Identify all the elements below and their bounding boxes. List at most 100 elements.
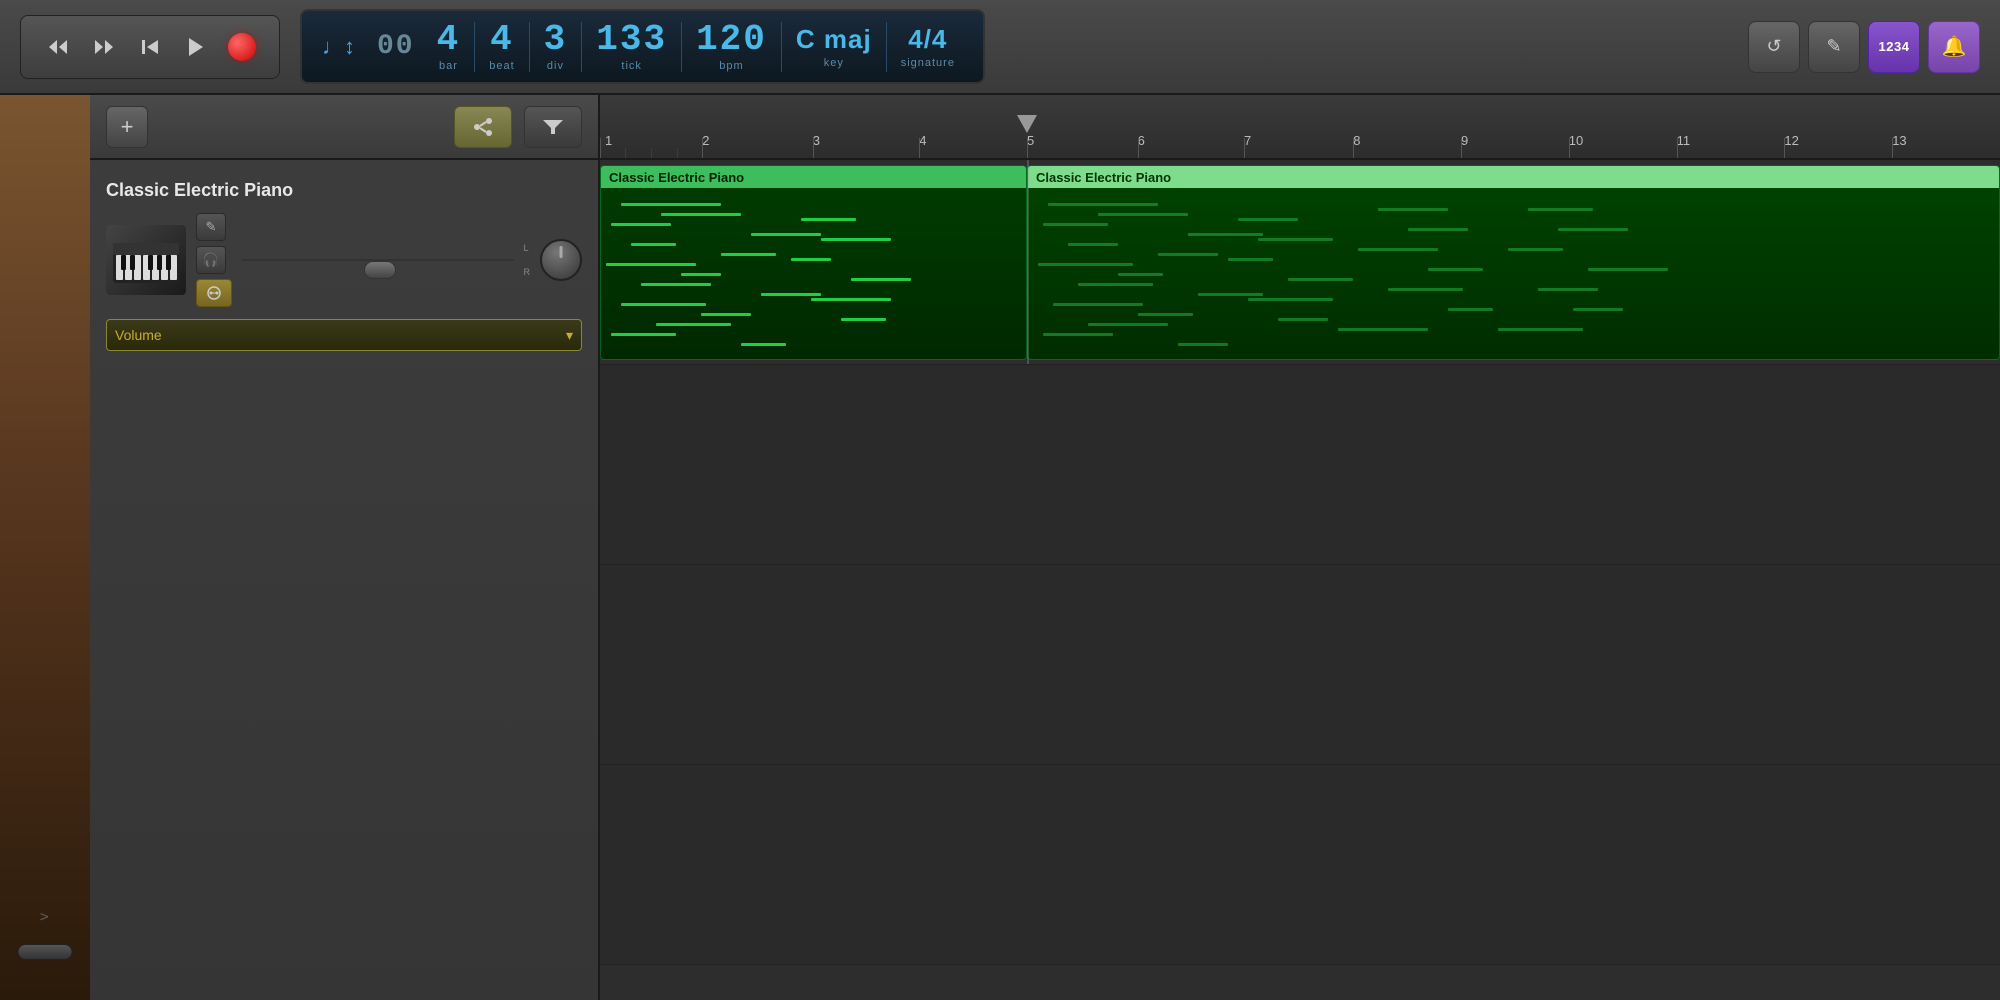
skip-back-button[interactable]: [131, 28, 169, 66]
record-button[interactable]: [223, 28, 261, 66]
sidebar-scroll-bar[interactable]: [18, 944, 73, 960]
ruler-tick-6: [1138, 138, 1139, 158]
region-2-name: Classic Electric Piano: [1036, 170, 1171, 185]
lcd-bpm-value: 120: [696, 22, 767, 58]
plus-icon: +: [121, 114, 134, 140]
ruler-bar-5: 5: [1027, 133, 1034, 148]
midi-note: [1358, 248, 1438, 251]
lcd-bar-value-block[interactable]: 4 bar: [429, 22, 469, 72]
piano-silhouette-icon: [111, 233, 181, 288]
midi-note: [1378, 208, 1448, 211]
midi-note: [1198, 293, 1263, 296]
track-fader-container: [242, 259, 514, 261]
track-pencil-button[interactable]: ✎: [196, 213, 226, 241]
volume-select[interactable]: Volume ▾: [106, 319, 582, 351]
midi-note: [1498, 328, 1583, 331]
track-panel-header: +: [90, 95, 598, 160]
midi-note: [751, 233, 821, 236]
ruler-bar-7: 7: [1244, 133, 1251, 148]
minor-tick: [677, 148, 678, 158]
midi-note: [1088, 323, 1168, 326]
midi-region-1[interactable]: Classic Electric Piano: [600, 165, 1027, 360]
lcd-signature-label: signature: [901, 57, 955, 69]
lcd-divider-6: [886, 22, 887, 72]
fast-forward-button[interactable]: [85, 28, 123, 66]
midi-note: [1188, 233, 1263, 236]
lcd-note-icon: ♩↕: [322, 34, 355, 60]
midi-note: [1238, 218, 1298, 221]
pencil-edit-icon: ✎: [206, 219, 217, 235]
ruler-marks-container: 1 2 3 4 5 6 7: [600, 95, 2000, 158]
region-1-header: Classic Electric Piano: [601, 166, 1026, 188]
track-item-electric-piano: Classic Electric Piano: [90, 160, 598, 371]
play-button[interactable]: [177, 28, 215, 66]
lcd-key-value-block[interactable]: C maj key: [788, 24, 880, 69]
midi-note: [1068, 243, 1118, 246]
midi-note: [791, 258, 831, 261]
ruler-tick-1: [600, 138, 601, 158]
midi-note: [1538, 288, 1598, 291]
ruler-bar-3: 3: [813, 133, 820, 148]
track-controls-row: ✎ 🎧: [106, 213, 582, 307]
midi-note: [1388, 288, 1463, 291]
midi-note: [1428, 268, 1483, 271]
lcd-div-label: div: [547, 60, 564, 72]
lcd-signature-value-block[interactable]: 4/4 signature: [893, 24, 963, 69]
ruler-bar-8: 8: [1353, 133, 1360, 148]
lcd-beat-value-block[interactable]: 4 beat: [481, 22, 522, 72]
midi-note: [1228, 258, 1273, 261]
midi-note: [721, 253, 776, 256]
right-toolbar: ↺ ✎ 1234 🔔: [1748, 21, 1980, 73]
ruler-bar-2: 2: [702, 133, 709, 148]
midi-note: [741, 343, 786, 346]
wood-background-panel: V: [0, 95, 90, 1000]
region-1-name: Classic Electric Piano: [609, 170, 744, 185]
metronome-button[interactable]: 🔔: [1928, 21, 1980, 73]
undo-button[interactable]: ↺: [1748, 21, 1800, 73]
midi-note: [1448, 308, 1493, 311]
pencil-tool-button[interactable]: ✎: [1808, 21, 1860, 73]
lcd-key-label: key: [824, 57, 844, 69]
track-name: Classic Electric Piano: [106, 180, 582, 201]
add-track-button[interactable]: +: [106, 106, 148, 148]
lcd-tick-value-block[interactable]: 133 tick: [588, 22, 675, 72]
region-1-notes: [601, 188, 1026, 359]
ruler-tick-10: [1569, 138, 1570, 158]
track-headphone-button[interactable]: 🎧: [196, 246, 226, 274]
lcd-bpm-value-block[interactable]: 120 bpm: [688, 22, 775, 72]
midi-region-2[interactable]: Classic Electric Piano: [1027, 165, 2000, 360]
count-in-button[interactable]: 1234: [1868, 21, 1920, 73]
track-route-button[interactable]: [454, 106, 512, 148]
ruler-tick-4: [919, 138, 920, 158]
region-2-notes: [1028, 188, 1999, 359]
region-2-header: Classic Electric Piano: [1028, 166, 1999, 188]
midi-note: [1078, 283, 1153, 286]
timeline-ruler[interactable]: 1 2 3 4 5 6 7: [600, 95, 2000, 160]
lcd-divider-1: [474, 22, 475, 72]
lcd-bar-label: bar: [439, 60, 458, 72]
track-pan-knob[interactable]: [540, 239, 582, 281]
midi-note: [1278, 318, 1328, 321]
lcd-bar-block[interactable]: 00: [369, 33, 423, 61]
track-volume-fader[interactable]: [242, 259, 514, 261]
track-midi-button[interactable]: [196, 279, 232, 307]
lcd-div-value-block[interactable]: 3 div: [536, 22, 576, 72]
track-icon-column: ✎ 🎧: [196, 213, 232, 307]
lcd-tick-label: tick: [621, 60, 642, 72]
midi-note: [1158, 253, 1218, 256]
empty-lane-4: [600, 765, 2000, 965]
midi-note: [681, 273, 721, 276]
lcd-divider-5: [781, 22, 782, 72]
headphone-icon: 🎧: [203, 252, 219, 268]
rewind-button[interactable]: [39, 28, 77, 66]
transport-controls: [20, 15, 280, 79]
instrument-image[interactable]: [106, 225, 186, 295]
lcd-signature-value: 4/4: [908, 24, 947, 55]
midi-note: [631, 243, 676, 246]
fader-thumb: [364, 261, 396, 279]
track-filter-button[interactable]: [524, 106, 582, 148]
midi-note: [656, 323, 731, 326]
ruler-tick-12: [1784, 138, 1785, 158]
empty-lane-3: [600, 565, 2000, 765]
midi-note: [1573, 308, 1623, 311]
